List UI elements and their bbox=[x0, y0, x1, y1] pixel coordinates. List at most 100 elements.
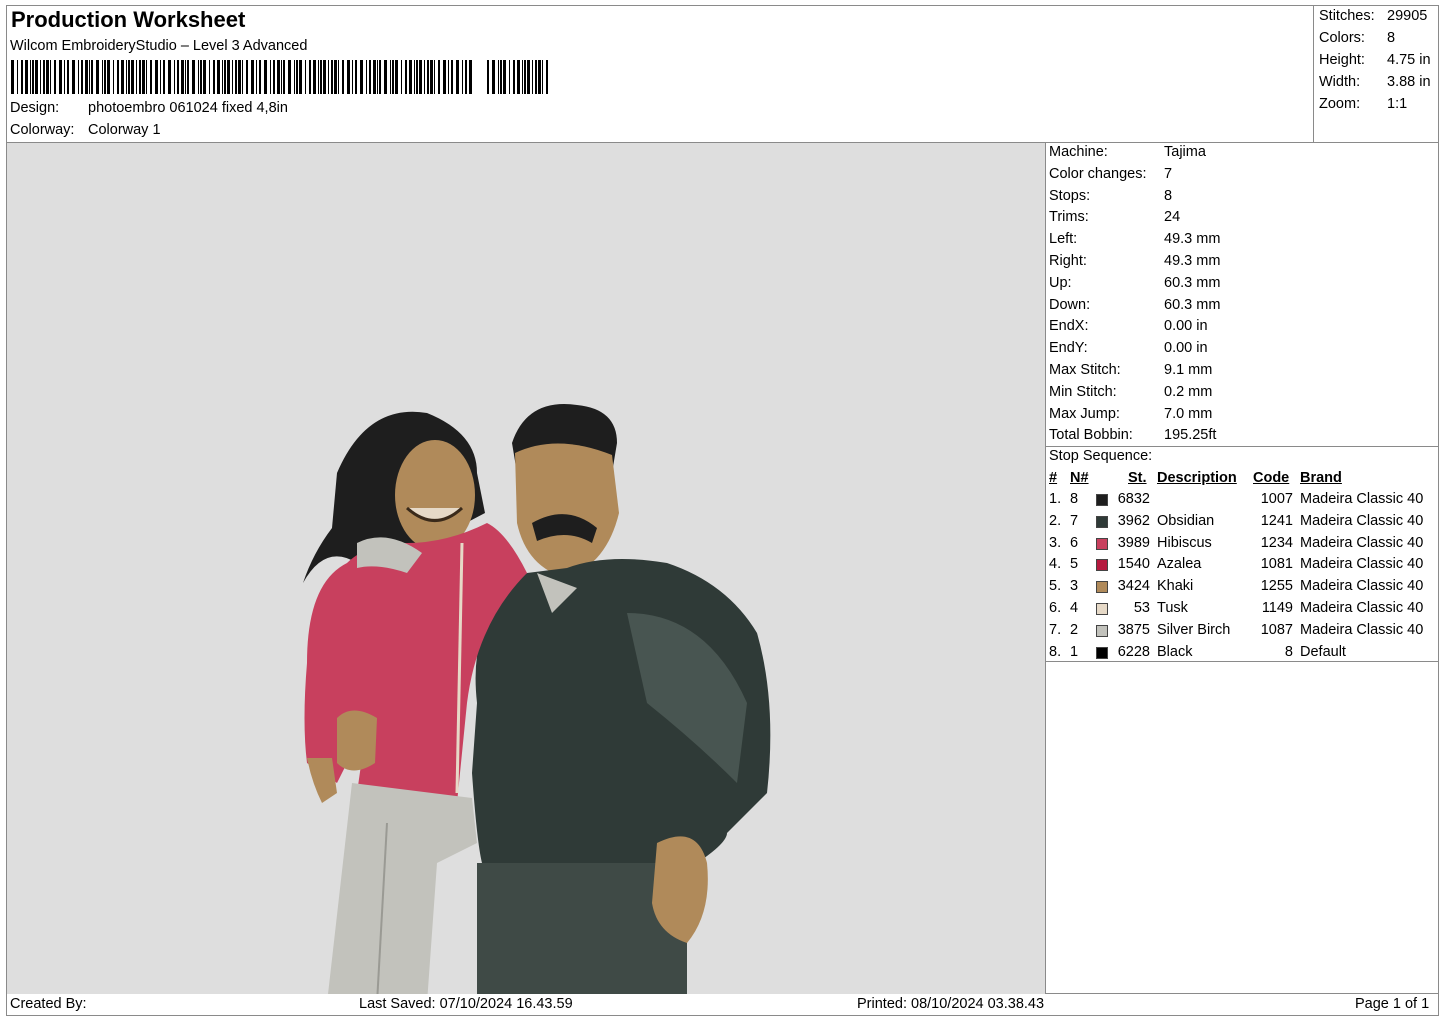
machine-info-value: 195.25ft bbox=[1164, 427, 1217, 444]
machine-info-value: 49.3 mm bbox=[1164, 231, 1221, 248]
row-brand: Default bbox=[1300, 643, 1346, 660]
row-code: 1234 bbox=[1260, 534, 1293, 551]
color-swatch bbox=[1096, 537, 1108, 550]
color-swatch bbox=[1096, 581, 1108, 594]
stat-label: Width: bbox=[1319, 74, 1361, 90]
row-index: 8. bbox=[1049, 643, 1062, 660]
row-description: Hibiscus bbox=[1157, 534, 1212, 551]
row-brand: Madeira Classic 40 bbox=[1300, 512, 1424, 529]
row-brand: Madeira Classic 40 bbox=[1300, 556, 1424, 573]
col-header-needle: N# bbox=[1070, 470, 1089, 486]
row-index: 4. bbox=[1049, 556, 1062, 573]
row-code: 8 bbox=[1284, 643, 1293, 660]
machine-info-label: Color changes: bbox=[1049, 165, 1147, 182]
row-brand: Madeira Classic 40 bbox=[1300, 491, 1424, 507]
row-needle: 4 bbox=[1070, 600, 1079, 616]
row-needle: 7 bbox=[1070, 512, 1079, 529]
page-title: Production Worksheet bbox=[11, 7, 246, 32]
stat-value: 3.88 in bbox=[1387, 74, 1431, 90]
row-needle: 2 bbox=[1070, 621, 1079, 638]
row-index: 3. bbox=[1049, 534, 1062, 551]
row-description: Obsidian bbox=[1157, 512, 1215, 529]
machine-info-value: 49.3 mm bbox=[1164, 253, 1221, 269]
machine-info-value: 60.3 mm bbox=[1164, 274, 1221, 291]
software-name: Wilcom EmbroideryStudio – Level 3 Advanc… bbox=[10, 38, 308, 54]
colorway-label: Colorway: bbox=[10, 122, 75, 138]
colorway-value: Colorway 1 bbox=[88, 122, 161, 138]
machine-info-label: Stops: bbox=[1049, 187, 1091, 204]
stat-label: Zoom: bbox=[1319, 96, 1361, 112]
page-number: Page 1 of 1 bbox=[1355, 996, 1430, 1012]
stat-value: 8 bbox=[1387, 30, 1396, 46]
color-swatch bbox=[1096, 624, 1108, 637]
last-saved: Last Saved: 07/10/2024 16.43.59 bbox=[359, 996, 573, 1012]
col-header-stitches: St. bbox=[1128, 470, 1147, 486]
machine-info-value: 60.3 mm bbox=[1164, 296, 1221, 313]
row-brand: Madeira Classic 40 bbox=[1300, 621, 1424, 638]
machine-info-value: Tajima bbox=[1164, 144, 1206, 160]
row-needle: 3 bbox=[1070, 578, 1079, 595]
col-header-brand: Brand bbox=[1300, 470, 1342, 486]
color-swatch bbox=[1096, 559, 1108, 572]
stop-sequence-title: Stop Sequence: bbox=[1049, 448, 1153, 464]
row-index: 2. bbox=[1049, 512, 1062, 529]
row-brand: Madeira Classic 40 bbox=[1300, 578, 1424, 595]
machine-info-label: Up: bbox=[1049, 274, 1072, 291]
row-index: 1. bbox=[1049, 491, 1062, 507]
row-code: 1081 bbox=[1260, 556, 1293, 573]
design-value: photoembro 061024 fixed 4,8in bbox=[88, 100, 288, 116]
machine-info-value: 9.1 mm bbox=[1164, 362, 1213, 378]
row-code: 1255 bbox=[1260, 578, 1293, 595]
machine-info-value: 0.00 in bbox=[1164, 318, 1208, 335]
design-preview-canvas bbox=[7, 143, 1045, 994]
machine-info-value: 7 bbox=[1164, 165, 1173, 182]
row-code: 1007 bbox=[1260, 491, 1293, 507]
stat-label: Colors: bbox=[1319, 30, 1365, 46]
created-by: Created By: bbox=[10, 996, 87, 1012]
machine-info-value: 7.0 mm bbox=[1164, 405, 1213, 422]
machine-info-value: 8 bbox=[1164, 187, 1173, 204]
embroidery-design-image bbox=[303, 404, 771, 994]
row-needle: 1 bbox=[1070, 643, 1079, 660]
machine-info-label: Max Jump: bbox=[1049, 405, 1120, 422]
stat-value: 4.75 in bbox=[1387, 52, 1431, 68]
color-swatch bbox=[1096, 646, 1108, 659]
machine-info-label: Right: bbox=[1049, 253, 1087, 269]
machine-info-label: Left: bbox=[1049, 231, 1078, 248]
machine-info-label: Min Stitch: bbox=[1049, 383, 1117, 400]
row-description: Black bbox=[1157, 643, 1193, 660]
row-code: 1087 bbox=[1260, 621, 1293, 638]
row-description: Azalea bbox=[1157, 556, 1202, 573]
stat-label: Height: bbox=[1319, 52, 1365, 68]
design-label: Design: bbox=[10, 100, 60, 116]
row-index: 5. bbox=[1049, 578, 1062, 595]
col-header-description: Description bbox=[1157, 470, 1237, 486]
col-header-index: # bbox=[1049, 470, 1058, 486]
color-swatch bbox=[1096, 603, 1108, 615]
color-swatch bbox=[1096, 515, 1108, 528]
row-brand: Madeira Classic 40 bbox=[1300, 534, 1424, 551]
row-needle: 6 bbox=[1070, 534, 1079, 551]
row-code: 1149 bbox=[1261, 600, 1293, 616]
machine-info-label: Trims: bbox=[1049, 209, 1089, 226]
row-needle: 5 bbox=[1070, 556, 1079, 573]
row-code: 1241 bbox=[1260, 512, 1293, 529]
machine-info-value: 24 bbox=[1164, 209, 1181, 226]
stat-value: 29905 bbox=[1387, 8, 1428, 24]
row-needle: 8 bbox=[1070, 491, 1079, 507]
printed-date: Printed: 08/10/2024 03.38.43 bbox=[857, 996, 1045, 1012]
col-header-code: Code bbox=[1253, 470, 1290, 486]
machine-info-label: Total Bobbin: bbox=[1049, 427, 1133, 444]
row-description: Tusk bbox=[1157, 600, 1188, 616]
stat-label: Stitches: bbox=[1319, 8, 1375, 24]
row-index: 7. bbox=[1049, 621, 1062, 638]
row-index: 6. bbox=[1049, 600, 1062, 616]
machine-info-label: EndX: bbox=[1049, 318, 1089, 335]
row-description: Silver Birch bbox=[1157, 621, 1231, 638]
machine-info-label: Machine: bbox=[1049, 144, 1108, 160]
barcode-image bbox=[11, 60, 548, 94]
panel-divider bbox=[1045, 143, 1046, 994]
machine-info-label: Down: bbox=[1049, 296, 1091, 313]
row-description: Khaki bbox=[1157, 578, 1194, 595]
machine-info-value: 0.00 in bbox=[1164, 340, 1208, 357]
